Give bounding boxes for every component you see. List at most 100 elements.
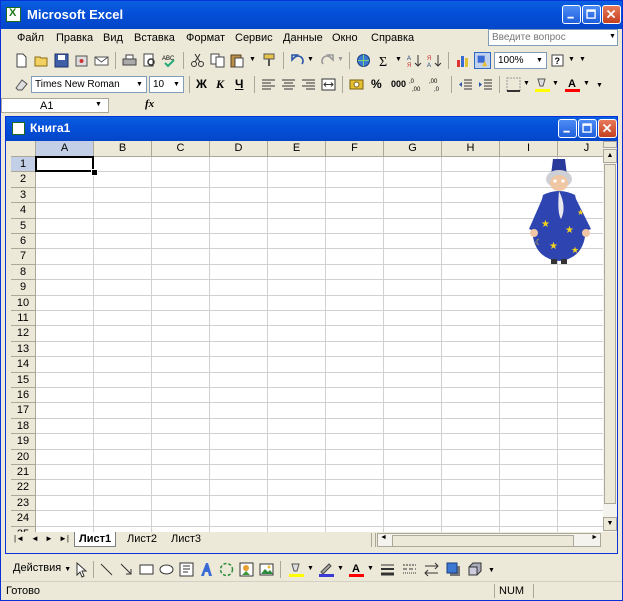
font-name-select[interactable]: Times New Roman ▼: [31, 76, 147, 93]
line-color-dropdown-icon[interactable]: ▼: [337, 565, 344, 572]
menu-help[interactable]: Справка: [371, 32, 414, 44]
row-header-12[interactable]: 12: [11, 326, 36, 342]
name-box[interactable]: A1 ▼: [1, 98, 109, 113]
row-header-23[interactable]: 23: [11, 495, 36, 512]
bold-button[interactable]: Ж: [196, 77, 207, 91]
3d-style-icon[interactable]: [466, 561, 483, 578]
scroll-thumb[interactable]: [604, 164, 616, 504]
row-header-24[interactable]: 24: [11, 511, 36, 527]
prev-sheet-icon[interactable]: ◄: [31, 534, 39, 543]
actions-menu[interactable]: Действия ▼: [13, 562, 71, 574]
workbook-minimize-button[interactable]: [558, 119, 577, 138]
undo-icon[interactable]: [289, 52, 306, 69]
font-color-icon[interactable]: A: [348, 561, 365, 578]
fill-color-dropdown-icon[interactable]: ▼: [307, 565, 314, 572]
decrease-indent-icon[interactable]: [457, 76, 474, 93]
scroll-down-icon[interactable]: ▼: [603, 517, 617, 531]
row-header-8[interactable]: 8: [11, 264, 36, 281]
print-preview-icon[interactable]: [141, 52, 158, 69]
line-style-icon[interactable]: [379, 561, 396, 578]
split-box[interactable]: [603, 141, 617, 148]
shadow-style-icon[interactable]: [445, 561, 462, 578]
menu-file[interactable]: Файл: [17, 32, 44, 44]
format-painter-icon[interactable]: [261, 52, 278, 69]
column-header-i[interactable]: I: [500, 141, 558, 157]
select-all-corner[interactable]: [11, 141, 36, 157]
oval-icon[interactable]: [158, 561, 175, 578]
fill-handle[interactable]: [91, 169, 98, 177]
row-header-5[interactable]: 5: [11, 218, 36, 234]
fill-color-icon[interactable]: [534, 76, 551, 93]
scroll-thumb[interactable]: [392, 535, 574, 547]
menu-view[interactable]: Вид: [103, 32, 123, 44]
open-icon[interactable]: [33, 52, 50, 69]
chevron-down-icon[interactable]: ▼: [534, 54, 545, 67]
row-header-16[interactable]: 16: [11, 388, 36, 404]
borders-icon[interactable]: [505, 76, 522, 93]
maximize-button[interactable]: [582, 5, 601, 24]
paste-dropdown-icon[interactable]: ▼: [249, 56, 256, 63]
chevron-down-icon[interactable]: ▼: [64, 566, 71, 573]
align-center-icon[interactable]: [280, 76, 297, 93]
menu-edit[interactable]: Правка: [56, 32, 93, 44]
insert-function-icon[interactable]: fx: [145, 98, 154, 110]
row-header-19[interactable]: 19: [11, 434, 36, 450]
column-header-a[interactable]: A: [36, 141, 94, 157]
increase-indent-icon[interactable]: [477, 76, 494, 93]
permission-icon[interactable]: [73, 52, 90, 69]
merge-center-icon[interactable]: [320, 76, 337, 93]
decrease-decimal-icon[interactable]: ,00,0: [429, 76, 446, 93]
font-color-icon[interactable]: A: [564, 76, 581, 93]
toolbar-options-icon[interactable]: ▼: [596, 82, 603, 89]
sheet-tab-3[interactable]: Лист3: [167, 532, 205, 547]
row-header-1[interactable]: 1: [11, 157, 36, 173]
last-sheet-icon[interactable]: ►|: [59, 534, 69, 543]
menu-window[interactable]: Окно: [332, 32, 358, 44]
row-header-14[interactable]: 14: [11, 357, 36, 373]
next-sheet-icon[interactable]: ►: [45, 534, 53, 543]
ask-dropdown-icon[interactable]: ▼: [609, 33, 616, 40]
help-icon[interactable]: ?: [550, 52, 567, 69]
office-assistant-wizard[interactable]: ★ ★ ★ ★ ☾ ★: [521, 157, 597, 267]
copy-icon[interactable]: [209, 52, 226, 69]
menu-format[interactable]: Формат: [186, 32, 225, 44]
font-color-dropdown-icon[interactable]: ▼: [583, 80, 590, 87]
workbook-icon[interactable]: [12, 122, 25, 135]
scroll-right-icon[interactable]: ►: [591, 534, 598, 541]
row-header-7[interactable]: 7: [11, 249, 36, 265]
column-header-c[interactable]: C: [152, 141, 210, 157]
close-button[interactable]: [602, 5, 621, 24]
align-left-icon[interactable]: [260, 76, 277, 93]
formula-input[interactable]: [161, 98, 620, 113]
row-header-20[interactable]: 20: [11, 449, 36, 465]
arrow-icon[interactable]: [118, 561, 135, 578]
email-icon[interactable]: [93, 52, 110, 69]
text-box-icon[interactable]: [178, 561, 195, 578]
row-header-10[interactable]: 10: [11, 295, 36, 311]
wordart-icon[interactable]: [198, 561, 215, 578]
row-header-11[interactable]: 11: [11, 311, 36, 327]
zoom-select[interactable]: 100% ▼: [494, 52, 547, 69]
fill-color-dropdown-icon[interactable]: ▼: [552, 80, 559, 87]
row-header-22[interactable]: 22: [11, 480, 36, 496]
sort-ascending-icon[interactable]: AЯ: [406, 52, 423, 69]
hyperlink-icon[interactable]: [355, 52, 372, 69]
row-header-21[interactable]: 21: [11, 465, 36, 481]
line-icon[interactable]: [98, 561, 115, 578]
fill-color-icon[interactable]: [288, 561, 305, 578]
clip-art-icon[interactable]: [238, 561, 255, 578]
sheet-tab-2[interactable]: Лист2: [123, 532, 161, 547]
chevron-down-icon[interactable]: ▼: [134, 78, 145, 91]
minimize-button[interactable]: [562, 5, 581, 24]
active-cell-a1[interactable]: [35, 156, 94, 173]
scroll-up-icon[interactable]: ▲: [603, 149, 617, 163]
column-header-h[interactable]: H: [442, 141, 500, 157]
scroll-left-icon[interactable]: ◄: [380, 534, 387, 541]
help-dropdown-icon[interactable]: ▼: [568, 56, 575, 63]
sort-descending-icon[interactable]: ЯA: [426, 52, 443, 69]
row-header-18[interactable]: 18: [11, 418, 36, 435]
redo-icon[interactable]: [319, 52, 336, 69]
vertical-scrollbar[interactable]: ▲ ▼: [603, 141, 617, 532]
print-icon[interactable]: [121, 52, 138, 69]
row-header-13[interactable]: 13: [11, 341, 36, 358]
